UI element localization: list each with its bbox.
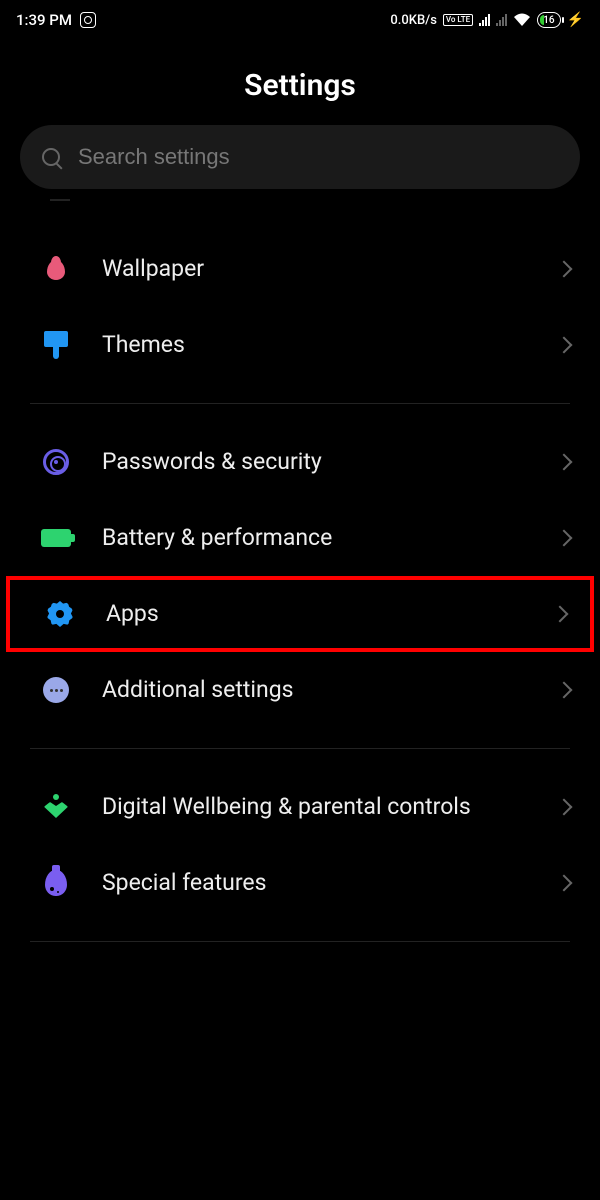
tulip-icon (40, 253, 72, 285)
status-data-rate: 0.0KB/s (390, 13, 437, 28)
item-label: Additional settings (102, 675, 528, 705)
chevron-right-icon (556, 261, 573, 278)
chevron-right-icon (552, 606, 569, 623)
chevron-right-icon (556, 799, 573, 816)
section-divider (30, 403, 570, 404)
section-divider (30, 941, 570, 942)
item-label: Special features (102, 868, 528, 898)
charging-icon: ⚡ (567, 12, 584, 28)
item-label: Wallpaper (102, 254, 528, 284)
page-title: Settings (0, 40, 600, 125)
item-label: Themes (102, 330, 528, 360)
chevron-right-icon (556, 682, 573, 699)
instagram-icon (80, 12, 96, 28)
signal-2-icon (496, 14, 507, 26)
item-label: Passwords & security (102, 447, 528, 477)
battery-icon (40, 522, 72, 554)
gear-icon (44, 598, 76, 630)
signal-1-icon (479, 14, 490, 26)
settings-item-passwords[interactable]: Passwords & security (0, 424, 600, 500)
chevron-right-icon (556, 875, 573, 892)
item-label: Apps (106, 599, 524, 629)
section-divider (30, 748, 570, 749)
heart-icon (40, 791, 72, 823)
status-bar: 1:39 PM 0.0KB/s Vo LTE 16 ⚡ (0, 0, 600, 40)
settings-item-wallpaper[interactable]: Wallpaper (0, 231, 600, 307)
status-left: 1:39 PM (16, 11, 96, 29)
more-icon (40, 674, 72, 706)
chevron-right-icon (556, 530, 573, 547)
search-bar[interactable] (20, 125, 580, 189)
item-label: Digital Wellbeing & parental controls (102, 792, 528, 822)
wifi-icon (513, 13, 531, 27)
settings-item-additional[interactable]: Additional settings (0, 652, 600, 728)
fingerprint-icon (40, 446, 72, 478)
status-right: 0.0KB/s Vo LTE 16 ⚡ (390, 12, 584, 28)
status-time: 1:39 PM (16, 11, 72, 29)
search-icon (42, 148, 60, 166)
chevron-right-icon (556, 337, 573, 354)
volte-icon: Vo LTE (443, 14, 473, 26)
settings-item-apps[interactable]: Apps (6, 576, 594, 652)
chevron-right-icon (556, 454, 573, 471)
item-label: Battery & performance (102, 523, 528, 553)
settings-item-wellbeing[interactable]: Digital Wellbeing & parental controls (0, 769, 600, 845)
flask-icon (40, 867, 72, 899)
settings-item-special[interactable]: Special features (0, 845, 600, 921)
settings-item-themes[interactable]: Themes (0, 307, 600, 383)
search-input[interactable] (78, 144, 558, 170)
brush-icon (40, 329, 72, 361)
settings-item-battery[interactable]: Battery & performance (0, 500, 600, 576)
battery-icon: 16 (537, 12, 560, 28)
